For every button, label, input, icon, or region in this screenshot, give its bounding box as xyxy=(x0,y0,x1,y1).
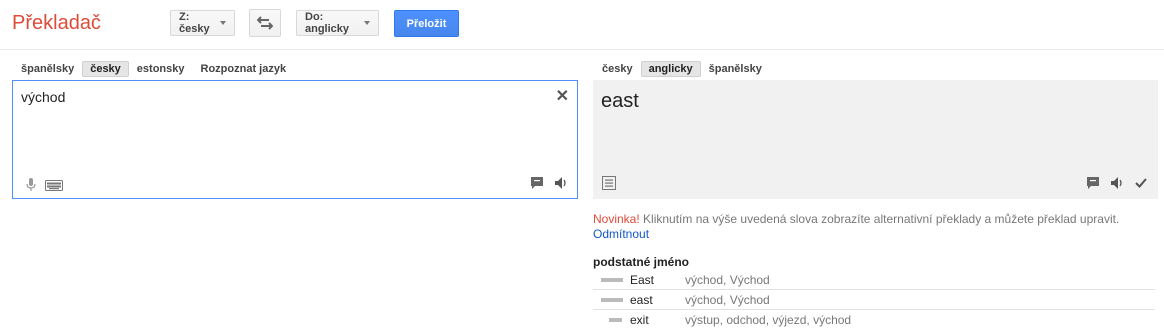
target-language-tabs: česky anglicky španělsky xyxy=(594,61,770,77)
speaker-icon[interactable] xyxy=(553,175,569,191)
frequency-bar xyxy=(609,318,622,322)
part-of-speech-heading: podstatné jméno xyxy=(593,255,690,269)
translate-button[interactable]: Přeložit xyxy=(394,10,459,37)
speaker-icon[interactable] xyxy=(1109,175,1125,191)
dictionary-row[interactable]: east východ, Východ xyxy=(593,290,1155,310)
target-tab-spanish[interactable]: španělsky xyxy=(701,61,770,77)
source-tab-czech[interactable]: česky xyxy=(82,61,129,77)
source-language-dropdown[interactable]: Z: česky xyxy=(170,10,235,36)
select-text-icon[interactable] xyxy=(601,175,617,191)
keyboard-icon[interactable] xyxy=(45,177,63,193)
translation-result-area: east xyxy=(593,80,1158,199)
source-text-area[interactable]: východ ✕ xyxy=(12,80,578,199)
new-feature-notice: Novinka! Kliknutím na výše uvedená slova… xyxy=(593,212,1158,242)
dictionary-word[interactable]: exit xyxy=(630,313,649,327)
top-bar: Překladač Z: česky Do: anglicky Přeložit xyxy=(0,0,1164,50)
dictionary-row[interactable]: exit výstup, odchod, výjezd, východ xyxy=(593,310,1155,330)
dictionary-word[interactable]: East xyxy=(630,273,654,287)
source-language-label: Z: česky xyxy=(179,11,210,35)
chevron-down-icon xyxy=(364,21,370,25)
app-title: Překladač xyxy=(12,12,101,34)
source-tab-spanish[interactable]: španělsky xyxy=(13,61,82,77)
notice-text: Kliknutím na výše uvedená slova zobrazít… xyxy=(639,212,1120,226)
frequency-bar xyxy=(601,298,623,302)
feedback-icon[interactable] xyxy=(1085,175,1101,191)
feedback-icon[interactable] xyxy=(529,175,545,191)
clear-text-icon[interactable]: ✕ xyxy=(556,86,569,106)
chevron-down-icon xyxy=(220,21,226,25)
target-language-dropdown[interactable]: Do: anglicky xyxy=(296,10,379,36)
target-tab-czech[interactable]: česky xyxy=(594,61,641,77)
dictionary-word[interactable]: east xyxy=(630,293,653,307)
source-language-tabs: španělsky česky estonsky Rozpoznat jazyk xyxy=(13,61,294,77)
dictionary-alternatives: výstup, odchod, výjezd, východ xyxy=(685,313,852,327)
dismiss-link[interactable]: Odmítnout xyxy=(593,227,649,241)
swap-languages-button[interactable] xyxy=(249,9,281,37)
target-language-label: Do: anglicky xyxy=(305,11,350,35)
microphone-icon[interactable] xyxy=(23,177,39,193)
notice-prefix: Novinka! xyxy=(593,212,640,226)
dictionary-row[interactable]: East východ, Východ xyxy=(593,270,1155,290)
frequency-bar xyxy=(601,278,623,282)
swap-icon xyxy=(257,16,273,30)
dictionary-alternatives: východ, Východ xyxy=(685,272,770,287)
source-tab-estonian[interactable]: estonsky xyxy=(129,61,193,77)
source-tab-detect-language[interactable]: Rozpoznat jazyk xyxy=(193,61,295,77)
dictionary-panel: podstatné jméno East východ, Východ east… xyxy=(593,255,1155,330)
target-tab-english[interactable]: anglicky xyxy=(640,61,701,77)
translation-text[interactable]: east xyxy=(601,90,639,113)
dictionary-alternatives: východ, Východ xyxy=(685,292,770,307)
source-text[interactable]: východ xyxy=(21,89,65,105)
checkmark-icon[interactable] xyxy=(1133,175,1149,191)
